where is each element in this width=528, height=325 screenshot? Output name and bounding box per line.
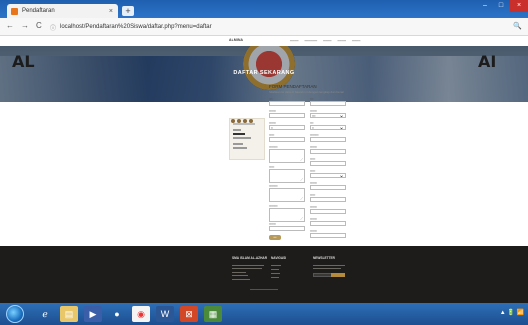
footer-col1-title: SMA ISLAM AL-AZHAR [232, 256, 267, 260]
info-icon[interactable]: ⓘ [50, 23, 56, 32]
social-links [231, 119, 253, 123]
footer-nav-link[interactable] [271, 269, 279, 270]
text-field[interactable] [310, 233, 346, 238]
footer-nav-link[interactable] [271, 273, 280, 274]
instagram-icon[interactable] [243, 119, 247, 123]
tab-title: Pendaftaran [22, 8, 55, 14]
forward-icon[interactable]: → [21, 21, 29, 30]
select-field[interactable]: ━━ ⌄ [310, 113, 346, 119]
web-page: ᴬᴸᴹᴵᴺᴬ ━━━━ ━━━━━━ ━━━━ ━━━━ ━━━━ AL AI … [0, 36, 528, 303]
contact-card [229, 118, 265, 160]
folder-icon[interactable]: ▤ [60, 306, 78, 322]
hero-deco-right: AI [478, 52, 497, 71]
maximize-icon[interactable]: □ [494, 0, 508, 12]
form-subtitle: Silahkan isi data di bawah ini dengan le… [269, 90, 345, 94]
browser-tab[interactable]: Pendaftaran × [7, 4, 118, 18]
minimize-icon[interactable]: – [478, 0, 492, 12]
media-player-icon[interactable]: ▶ [84, 306, 102, 322]
chrome-icon[interactable]: ◉ [132, 306, 150, 322]
text-field[interactable] [269, 226, 305, 231]
hero-title: DAFTAR SEKARANG [233, 70, 295, 76]
youtube-icon[interactable] [249, 119, 253, 123]
zoom-icon[interactable]: 🔍 [513, 22, 522, 30]
back-icon[interactable]: ← [6, 21, 14, 30]
browser-tab-bar: Pendaftaran × + – □ × [0, 0, 528, 18]
close-tab-icon[interactable]: × [109, 8, 113, 15]
text-field[interactable] [310, 137, 346, 142]
footer-text-line [313, 268, 341, 269]
footer-text-line [232, 265, 264, 266]
copyright-line [250, 289, 278, 290]
footer-col3-title: NEWSLETTER [313, 256, 335, 260]
app-icon[interactable]: ▦ [204, 306, 222, 322]
hero-banner: AL AI DAFTAR SEKARANG [0, 46, 528, 102]
site-header: ᴬᴸᴹᴵᴺᴬ ━━━━ ━━━━━━ ━━━━ ━━━━ ━━━━ [0, 36, 528, 46]
footer-text-line [232, 275, 248, 276]
new-tab-button[interactable]: + [122, 6, 134, 16]
nav-link[interactable]: ━━━━ [323, 39, 331, 43]
site-logo[interactable]: ᴬᴸᴹᴵᴺᴬ [229, 38, 243, 44]
nav-link[interactable]: ━━━━ [338, 39, 346, 43]
ie-icon[interactable]: ℯ [36, 306, 54, 322]
text-field[interactable] [310, 197, 346, 202]
select-field[interactable]: ⌄ [310, 173, 346, 179]
site-footer: SMA ISLAM AL-AZHAR NAVIGASI NEWSLETTER [0, 246, 528, 303]
nav-link[interactable]: ━━━━ [352, 39, 360, 43]
facebook-icon[interactable] [231, 119, 235, 123]
text-field[interactable] [310, 185, 346, 190]
word-icon[interactable]: W [156, 306, 174, 322]
text-field[interactable] [310, 149, 346, 154]
footer-nav-link[interactable] [271, 277, 279, 278]
form-title: FORM PENDAFTARAN [269, 84, 317, 89]
system-tray[interactable]: ▲ 🔋 📶 [500, 309, 524, 316]
contact-line [233, 133, 245, 135]
text-field[interactable] [269, 137, 305, 142]
window-close-icon[interactable]: × [510, 0, 528, 12]
text-field[interactable] [269, 113, 305, 118]
favicon-icon [11, 7, 18, 15]
textarea-field[interactable]: ⟋ [269, 188, 305, 202]
footer-col2-title: NAVIGASI [271, 256, 287, 260]
text-field[interactable] [310, 209, 346, 214]
nav-link[interactable]: ━━━━ [290, 39, 298, 43]
footer-text-line [232, 279, 250, 280]
text-field[interactable] [269, 101, 305, 106]
reload-icon[interactable]: C [36, 21, 42, 30]
textarea-field[interactable]: ⟋ [269, 208, 305, 222]
twitter-icon[interactable] [237, 119, 241, 123]
contact-line [233, 147, 247, 149]
text-field[interactable] [310, 101, 346, 106]
start-button[interactable] [6, 305, 24, 323]
select-field[interactable]: ━ [269, 125, 305, 130]
footer-text-line [232, 272, 246, 273]
contact-line [233, 123, 255, 125]
select-field[interactable]: ━ ⌄ [310, 125, 346, 131]
address-bar: ← → C ⓘ localhost/Pendaftaran%20Siswa/da… [0, 18, 528, 36]
hero-deco-left: AL [12, 52, 35, 71]
footer-text-line [232, 268, 262, 269]
contact-line [233, 129, 241, 131]
contact-line [233, 143, 243, 145]
url-input[interactable]: ⓘ localhost/Pendaftaran%20Siswa/daftar.p… [50, 21, 515, 33]
footer-text-line [313, 265, 345, 266]
nav-link[interactable]: ━━━━━━ [304, 39, 317, 43]
top-navigation: ━━━━ ━━━━━━ ━━━━ ━━━━ ━━━━ [290, 39, 360, 43]
textarea-field[interactable]: ⟋ [269, 149, 305, 163]
submit-button[interactable]: ━━ [269, 235, 281, 240]
textarea-field[interactable]: ⟋ [269, 169, 305, 183]
contact-line [233, 137, 251, 139]
taskbar: ℯ ▤ ▶ ● ◉ W ⊠ ▦ ▲ 🔋 📶 [0, 303, 528, 325]
text-field[interactable] [310, 221, 346, 226]
text-field[interactable] [310, 161, 346, 166]
xampp-icon[interactable]: ⊠ [180, 306, 198, 322]
firefox-icon[interactable]: ● [108, 306, 126, 322]
newsletter-subscribe-button[interactable] [331, 273, 345, 277]
url-text: localhost/Pendaftaran%20Siswa/daftar.php… [60, 24, 212, 30]
footer-nav-link[interactable] [271, 265, 281, 266]
